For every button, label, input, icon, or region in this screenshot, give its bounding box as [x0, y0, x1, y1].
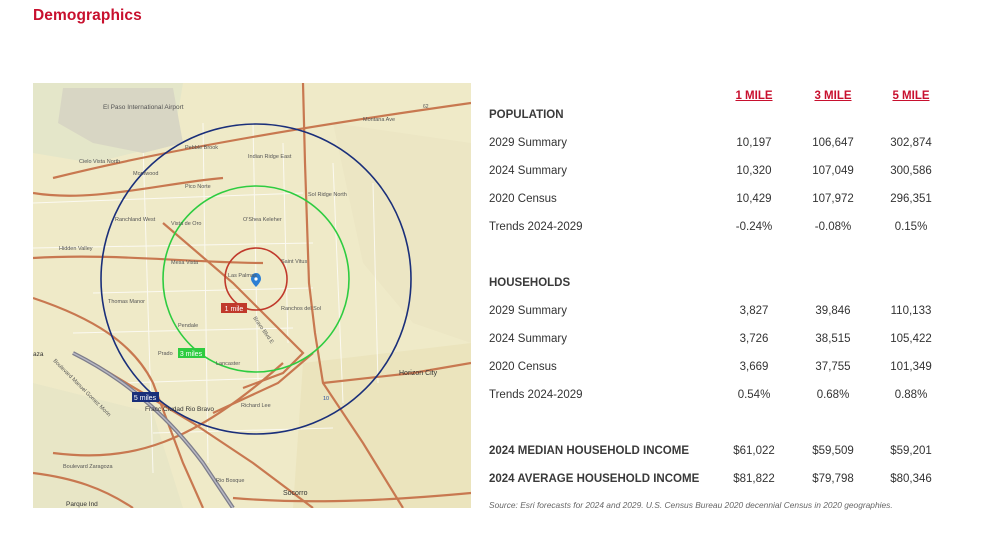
place-label: Richard Lee	[241, 403, 271, 409]
place-label: Lancaster	[216, 361, 240, 367]
source-note: Source: Esri forecasts for 2024 and 2029…	[489, 500, 893, 510]
table-row: 2024 Summary 3,726 38,515 105,422	[489, 333, 951, 353]
place-label: Pico Norte	[185, 184, 211, 190]
cell-5-mile: 300,586	[890, 165, 932, 177]
place-label: Hidden Valley	[59, 246, 93, 252]
place-label: Pendale	[178, 323, 198, 329]
row-label: 2024 Summary	[489, 165, 567, 177]
cell-1-mile: 3,669	[739, 361, 769, 373]
table-row: 2024 MEDIAN HOUSEHOLD INCOME $61,022 $59…	[489, 445, 951, 465]
cell-1-mile: 3,726	[739, 333, 769, 345]
cell-1-mile: 3,827	[739, 305, 769, 317]
page-title: Demographics	[33, 7, 142, 24]
row-label: Trends 2024-2029	[489, 221, 583, 233]
place-label: Las Palmas	[228, 273, 257, 279]
place-label: Sol Ridge North	[308, 192, 347, 198]
table-row: 2020 Census 10,429 107,972 296,351	[489, 193, 951, 213]
place-label: Saint Vitus	[281, 259, 307, 265]
table-row: 2029 Summary 3,827 39,846 110,133	[489, 305, 951, 325]
place-label: O'Shea Keleher	[243, 217, 282, 223]
place-label: 10	[323, 396, 329, 402]
place-label: El Paso International Airport	[103, 104, 184, 111]
cell-5-mile: 101,349	[890, 361, 932, 373]
place-label: Parque Ind	[66, 501, 98, 508]
place-label: Montana Ave	[363, 117, 395, 123]
table-row: 2024 Summary 10,320 107,049 300,586	[489, 165, 951, 185]
place-label: Boulevard Zaragoza	[63, 464, 113, 470]
row-label: 2024 Summary	[489, 333, 567, 345]
cell-1-mile: $61,022	[733, 445, 775, 457]
place-label: Horizon City	[399, 370, 438, 377]
place-label: Prado	[158, 351, 173, 357]
cell-3-mile: 37,755	[815, 361, 851, 373]
median-income-label: 2024 MEDIAN HOUSEHOLD INCOME	[489, 445, 690, 457]
cell-1-mile: 10,320	[736, 165, 772, 177]
place-label: Ranchos del Sol	[281, 306, 321, 312]
column-header-5-mile: 5 MILE	[892, 90, 930, 102]
place-label: Mesa Vista	[171, 260, 199, 266]
cell-3-mile: 38,515	[815, 333, 851, 345]
population-heading-row: POPULATION	[489, 109, 951, 129]
five-mile-label: 5 miles	[134, 395, 157, 402]
table-row: Trends 2024-2029 0.54% 0.68% 0.88%	[489, 389, 951, 409]
average-income-label: 2024 AVERAGE HOUSEHOLD INCOME	[489, 473, 700, 485]
cell-1-mile: 0.54%	[737, 389, 771, 401]
column-header-row: 1 MILE 3 MILE 5 MILE	[489, 90, 951, 110]
place-label: Montwood	[133, 171, 158, 177]
place-label: Rio Bosque	[216, 478, 244, 484]
place-label: aza	[33, 351, 44, 358]
cell-3-mile: -0.08%	[814, 221, 852, 233]
area-map[interactable]: 1 mile 3 miles 5 miles El Paso Internati…	[33, 83, 471, 508]
cell-3-mile: 107,972	[812, 193, 854, 205]
cell-1-mile: 10,197	[736, 137, 772, 149]
place-label: Vista de Oro	[171, 221, 201, 227]
cell-3-mile: 39,846	[815, 305, 851, 317]
cell-5-mile: $59,201	[890, 445, 932, 457]
cell-3-mile: 0.68%	[816, 389, 850, 401]
row-label: 2020 Census	[489, 361, 557, 373]
row-label: 2029 Summary	[489, 305, 567, 317]
table-row: 2024 AVERAGE HOUSEHOLD INCOME $81,822 $7…	[489, 473, 951, 493]
one-mile-label: 1 mile	[225, 306, 244, 313]
table-row: 2029 Summary 10,197 106,647 302,874	[489, 137, 951, 157]
table-row: 2020 Census 3,669 37,755 101,349	[489, 361, 951, 381]
three-mile-label: 3 miles	[180, 351, 203, 358]
column-header-1-mile: 1 MILE	[735, 90, 773, 102]
cell-1-mile: -0.24%	[735, 221, 773, 233]
cell-1-mile: $81,822	[733, 473, 775, 485]
place-label: Indian Ridge East	[248, 154, 292, 160]
table-row: Trends 2024-2029 -0.24% -0.08% 0.15%	[489, 221, 951, 241]
cell-5-mile: 0.15%	[894, 221, 928, 233]
cell-5-mile: 296,351	[890, 193, 932, 205]
place-label: Thomas Manor	[108, 299, 145, 305]
cell-3-mile: 106,647	[812, 137, 854, 149]
row-label: Trends 2024-2029	[489, 389, 583, 401]
cell-3-mile: $79,798	[812, 473, 854, 485]
households-heading: HOUSEHOLDS	[489, 277, 571, 289]
cell-1-mile: 10,429	[736, 193, 772, 205]
cell-3-mile: 107,049	[812, 165, 854, 177]
place-label: Pebble Brook	[185, 145, 218, 151]
place-label: Fracc Ciudad Rio Bravo	[145, 406, 214, 413]
cell-5-mile: 110,133	[890, 305, 932, 317]
row-label: 2029 Summary	[489, 137, 567, 149]
row-label: 2020 Census	[489, 193, 557, 205]
cell-5-mile: 302,874	[890, 137, 932, 149]
place-label: Socorro	[283, 490, 308, 497]
place-label: 62	[423, 104, 429, 110]
cell-5-mile: 0.88%	[894, 389, 928, 401]
cell-5-mile: 105,422	[890, 333, 932, 345]
population-heading: POPULATION	[489, 109, 564, 121]
column-header-3-mile: 3 MILE	[814, 90, 852, 102]
place-label: Ranchland West	[115, 217, 156, 223]
cell-3-mile: $59,509	[812, 445, 854, 457]
cell-5-mile: $80,346	[890, 473, 932, 485]
place-label: Cielo Vista North	[79, 159, 120, 165]
households-heading-row: HOUSEHOLDS	[489, 277, 951, 297]
